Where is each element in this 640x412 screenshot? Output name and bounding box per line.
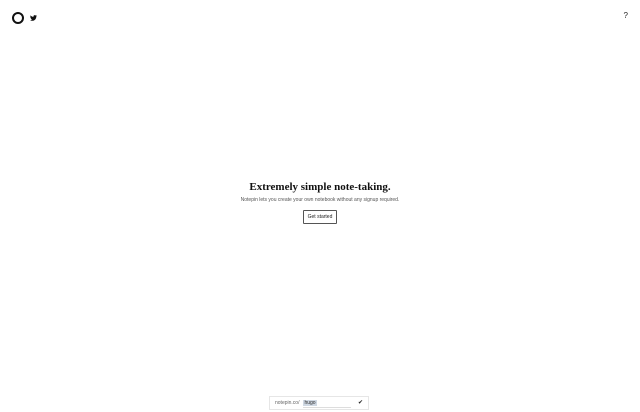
url-prefix: notepin.co/ <box>275 400 300 406</box>
checkmark-icon[interactable]: ✔ <box>358 400 363 406</box>
header-left <box>12 12 37 24</box>
notebook-name-input[interactable]: hugo <box>303 399 352 408</box>
hero-title: Extremely simple note-taking. <box>249 181 391 193</box>
hero-section: Extremely simple note-taking. Notepin le… <box>0 180 640 224</box>
notebook-url-bar: notepin.co/ hugo ✔ <box>269 396 369 410</box>
twitter-icon[interactable] <box>30 15 37 21</box>
help-button[interactable]: ? <box>624 11 628 20</box>
circle-logo-icon[interactable] <box>12 12 24 24</box>
page: ? Extremely simple note-taking. Notepin … <box>0 0 640 412</box>
hero-subtitle: Notepin lets you create your own noteboo… <box>240 197 400 203</box>
get-started-button[interactable]: Get started <box>302 210 338 224</box>
notebook-name-value[interactable]: hugo <box>303 399 317 406</box>
